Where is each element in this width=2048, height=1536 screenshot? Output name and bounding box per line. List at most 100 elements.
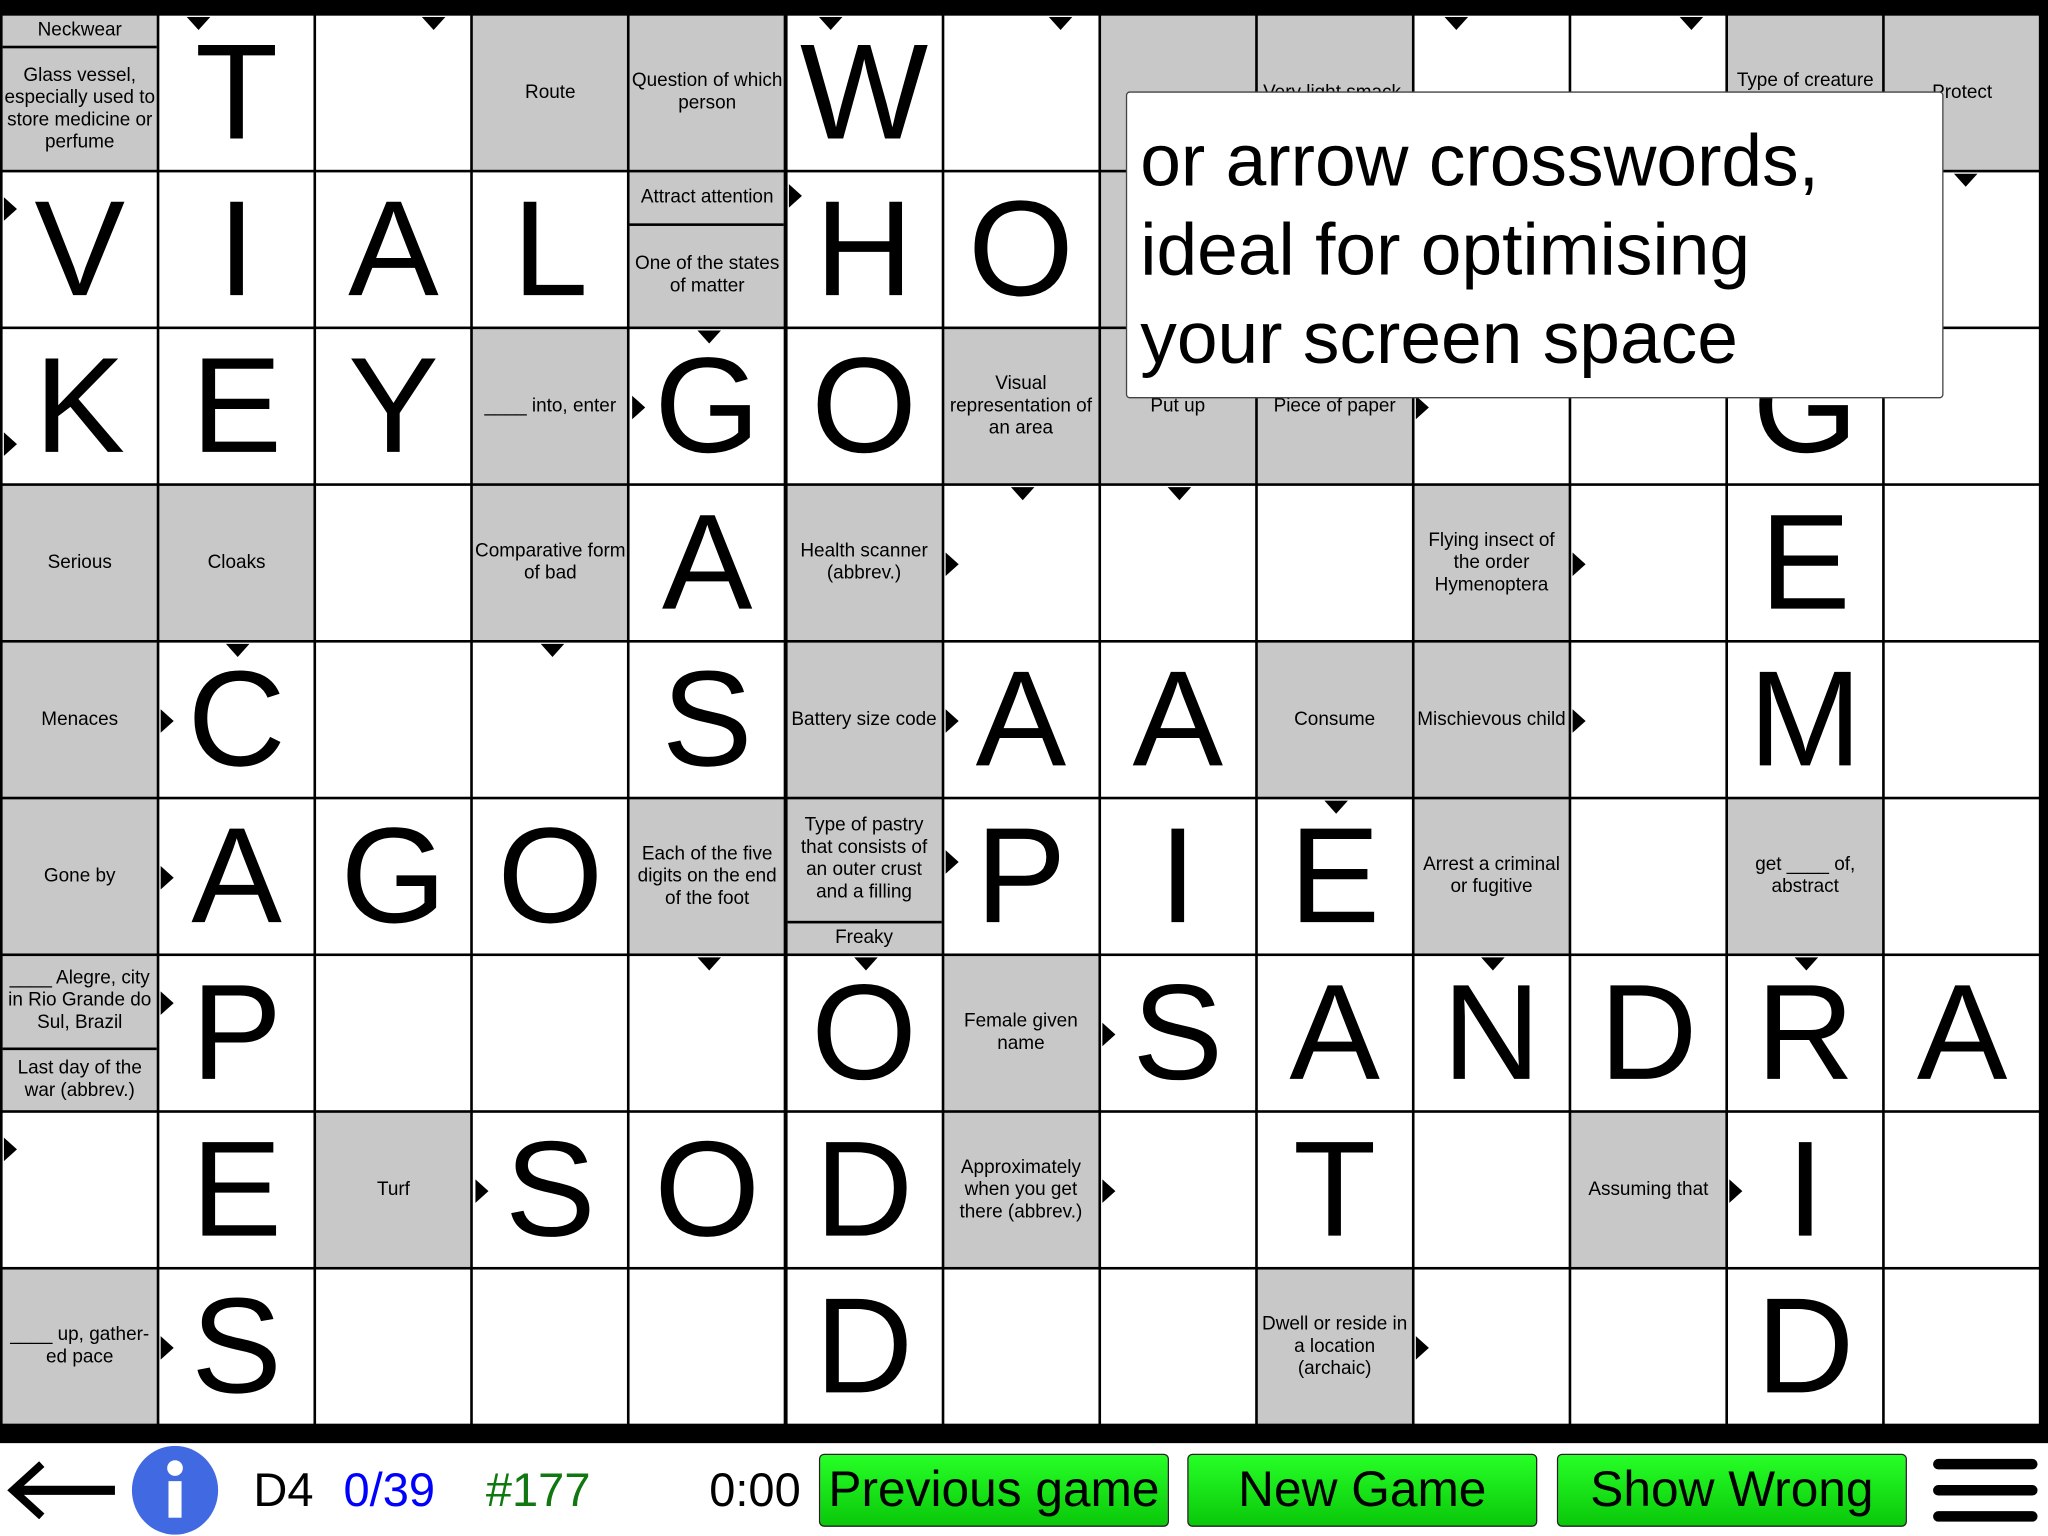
answer-cell[interactable]: E [1257, 799, 1412, 954]
clue-cell: get ____ of, abstract [1728, 799, 1883, 954]
answer-cell[interactable]: E [1728, 485, 1883, 640]
left-arrow-icon[interactable] [5, 1461, 117, 1520]
answer-cell[interactable] [2, 1112, 157, 1267]
answer-cell[interactable]: O [943, 172, 1099, 327]
answer-cell[interactable]: L [473, 172, 628, 327]
answer-cell[interactable] [630, 1269, 785, 1424]
answer-letter: D [1756, 1270, 1855, 1423]
answer-cell[interactable]: S [473, 1112, 628, 1267]
show-wrong-button[interactable]: Show Wrong [1556, 1453, 1907, 1527]
answer-cell[interactable]: I [1728, 1112, 1883, 1267]
answer-cell[interactable] [1414, 1269, 1569, 1424]
answer-cell[interactable] [1100, 1269, 1255, 1424]
answer-cell[interactable]: O [630, 1112, 785, 1267]
answer-cell[interactable]: H [786, 172, 942, 327]
answer-letter: V [34, 173, 126, 326]
answer-cell[interactable]: G [316, 799, 471, 954]
answer-cell[interactable]: O [786, 956, 942, 1111]
clue-cell: Mischievous child [1414, 642, 1569, 797]
answer-cell[interactable]: A [943, 642, 1099, 797]
answer-cell[interactable] [1257, 485, 1412, 640]
clue-cell: Each of the five digits on the end of th… [630, 799, 785, 954]
answer-cell[interactable]: D [786, 1269, 942, 1424]
answer-cell[interactable] [1884, 799, 2040, 954]
answer-cell[interactable]: P [943, 799, 1099, 954]
answer-cell[interactable] [473, 956, 628, 1111]
answer-cell[interactable]: S [1100, 956, 1255, 1111]
answer-cell[interactable] [473, 642, 628, 797]
answer-cell[interactable] [943, 1269, 1099, 1424]
answer-cell[interactable]: V [2, 172, 157, 327]
answer-cell[interactable] [316, 15, 471, 170]
answer-cell[interactable]: E [159, 329, 314, 484]
answer-cell[interactable]: D [1571, 956, 1726, 1111]
answer-cell[interactable] [1571, 799, 1726, 954]
answer-cell[interactable]: A [630, 485, 785, 640]
answer-cell[interactable]: K [2, 329, 157, 484]
answer-cell[interactable]: A [1100, 642, 1255, 797]
answer-cell[interactable] [630, 956, 785, 1111]
answer-cell[interactable]: T [1257, 1112, 1412, 1267]
answer-cell[interactable] [943, 485, 1099, 640]
clue-cell: Type of pastry that consists of an outer… [786, 799, 942, 954]
answer-cell[interactable]: A [1884, 956, 2040, 1111]
answer-cell[interactable]: I [1100, 799, 1255, 954]
answer-cell[interactable]: T [159, 15, 314, 170]
answer-cell[interactable]: A [316, 172, 471, 327]
answer-cell[interactable] [1414, 1112, 1569, 1267]
answer-cell[interactable] [1571, 485, 1726, 640]
answer-cell[interactable]: G [630, 329, 785, 484]
info-icon[interactable] [131, 1445, 220, 1535]
answer-letter: S [191, 1270, 282, 1423]
answer-cell[interactable]: C [159, 642, 314, 797]
answer-cell[interactable]: R [1728, 956, 1883, 1111]
answer-cell[interactable]: A [159, 799, 314, 954]
answer-cell[interactable] [1571, 1269, 1726, 1424]
answer-cell[interactable]: D [786, 1112, 942, 1267]
answer-letter: S [661, 643, 753, 796]
answer-cell[interactable] [1884, 642, 2040, 797]
answer-cell[interactable]: N [1414, 956, 1569, 1111]
down-arrow-icon [818, 16, 843, 31]
answer-cell[interactable] [316, 642, 471, 797]
answer-cell[interactable]: A [1257, 956, 1412, 1111]
answer-cell[interactable]: O [473, 799, 628, 954]
answer-cell[interactable] [1100, 1112, 1255, 1267]
clue-text: Turf [376, 1178, 410, 1200]
down-arrow-icon [854, 957, 878, 971]
answer-cell[interactable]: D [1728, 1269, 1883, 1424]
answer-letter: I [1158, 800, 1197, 953]
answer-cell[interactable] [1100, 485, 1255, 640]
answer-cell[interactable]: Y [316, 329, 471, 484]
answer-cell[interactable] [1884, 1112, 2040, 1267]
clue-cell: ____ Alegre, city in Rio Grande do Sul, … [2, 956, 157, 1111]
previous-game-button[interactable]: Previous game [818, 1453, 1169, 1527]
answer-cell[interactable]: M [1728, 642, 1883, 797]
down-arrow-icon [697, 957, 721, 971]
popup-line: or arrow crosswords, [1140, 118, 1819, 202]
answer-cell[interactable] [1884, 1269, 2040, 1424]
answer-cell[interactable]: W [786, 15, 942, 170]
hamburger-menu-icon[interactable] [1933, 1443, 2040, 1534]
down-arrow-icon [1481, 957, 1505, 971]
answer-cell[interactable] [1884, 485, 2040, 640]
answer-cell[interactable]: S [630, 642, 785, 797]
answer-cell[interactable] [316, 485, 471, 640]
answer-cell[interactable]: S [159, 1269, 314, 1424]
answer-cell[interactable]: O [786, 329, 942, 484]
answer-cell[interactable] [473, 1269, 628, 1424]
answer-cell[interactable]: E [159, 1112, 314, 1267]
answer-cell[interactable] [316, 956, 471, 1111]
answer-letter: G [654, 330, 761, 482]
clue-cell: Visual representation of an area [943, 329, 1099, 484]
answer-cell[interactable]: I [159, 172, 314, 327]
new-game-button[interactable]: New Game [1187, 1453, 1538, 1527]
answer-cell[interactable] [316, 1269, 471, 1424]
info-popup[interactable]: or arrow crosswords, ideal for optimisin… [1125, 91, 1944, 399]
right-arrow-icon [160, 1336, 174, 1360]
answer-cell[interactable]: P [159, 956, 314, 1111]
answer-cell[interactable] [1571, 642, 1726, 797]
answer-cell[interactable] [943, 15, 1099, 170]
answer-letter: A [1132, 643, 1224, 796]
clue-cell: Female given name [943, 956, 1099, 1111]
